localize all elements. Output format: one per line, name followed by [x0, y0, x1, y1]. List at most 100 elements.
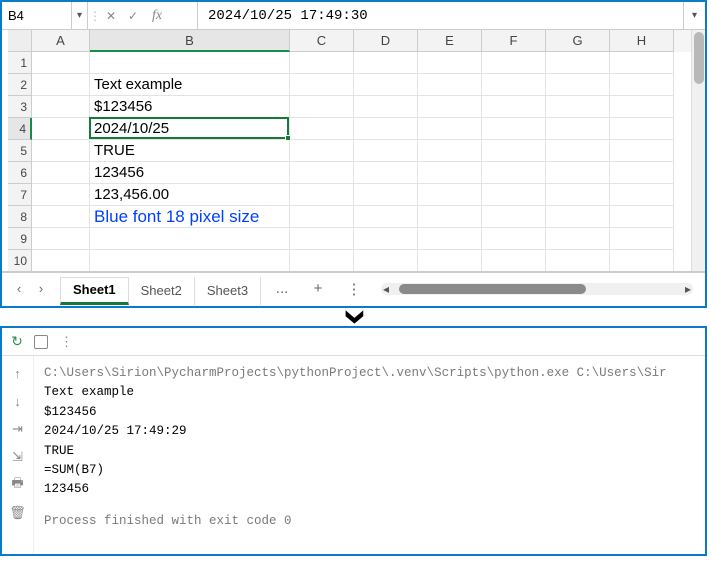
- cell-B8[interactable]: Blue font 18 pixel size: [90, 206, 290, 228]
- prev-sheet-icon[interactable]: ‹: [8, 278, 30, 300]
- step-down-icon[interactable]: ↓: [9, 392, 27, 410]
- formula-input[interactable]: 2024/10/25 17:49:30: [198, 2, 683, 29]
- cell[interactable]: [32, 118, 90, 140]
- cell-B4[interactable]: 2024/10/25: [90, 118, 290, 140]
- cell[interactable]: [482, 118, 546, 140]
- scroll-end-icon[interactable]: ⇲: [9, 448, 27, 466]
- name-box[interactable]: B4 ▾: [2, 2, 88, 29]
- cell[interactable]: [32, 52, 90, 74]
- cell-B6[interactable]: 123456: [90, 162, 290, 184]
- cell[interactable]: [354, 96, 418, 118]
- add-sheet-icon[interactable]: +: [303, 280, 333, 297]
- cell[interactable]: [482, 250, 546, 271]
- cell[interactable]: [32, 74, 90, 96]
- cell[interactable]: [32, 250, 90, 271]
- cell[interactable]: [610, 162, 674, 184]
- cell[interactable]: [290, 206, 354, 228]
- cell[interactable]: [610, 96, 674, 118]
- cell[interactable]: [610, 140, 674, 162]
- cell[interactable]: [546, 162, 610, 184]
- cell-B2[interactable]: Text example: [90, 74, 290, 96]
- cell[interactable]: [610, 52, 674, 74]
- cell[interactable]: [418, 118, 482, 140]
- column-header-A[interactable]: A: [32, 30, 90, 52]
- cell-B5[interactable]: TRUE: [90, 140, 290, 162]
- stop-icon[interactable]: [34, 335, 48, 349]
- cell[interactable]: [354, 250, 418, 271]
- cell[interactable]: [290, 96, 354, 118]
- cell[interactable]: [482, 96, 546, 118]
- cell[interactable]: [546, 184, 610, 206]
- cell[interactable]: [90, 250, 290, 271]
- cell[interactable]: [32, 228, 90, 250]
- fx-icon[interactable]: fx: [144, 5, 170, 27]
- cell[interactable]: [610, 228, 674, 250]
- row-header[interactable]: 4: [8, 118, 32, 140]
- cell[interactable]: [418, 228, 482, 250]
- column-header-G[interactable]: G: [546, 30, 610, 52]
- cell[interactable]: [418, 140, 482, 162]
- cell[interactable]: [32, 140, 90, 162]
- cell[interactable]: [418, 52, 482, 74]
- cell[interactable]: [354, 184, 418, 206]
- cell[interactable]: [290, 74, 354, 96]
- cell[interactable]: [32, 96, 90, 118]
- cell[interactable]: [482, 162, 546, 184]
- column-header-D[interactable]: D: [354, 30, 418, 52]
- sheet-tab[interactable]: Sheet3: [195, 277, 261, 305]
- column-header-F[interactable]: F: [482, 30, 546, 52]
- more-sheets-icon[interactable]: ...: [267, 280, 297, 297]
- cell[interactable]: [482, 184, 546, 206]
- cell[interactable]: [546, 250, 610, 271]
- vertical-scrollbar[interactable]: [691, 30, 705, 271]
- next-sheet-icon[interactable]: ›: [30, 278, 52, 300]
- cell[interactable]: [482, 140, 546, 162]
- cell[interactable]: [546, 140, 610, 162]
- chevron-down-icon[interactable]: ▾: [71, 2, 87, 29]
- cell[interactable]: [418, 250, 482, 271]
- cell[interactable]: [354, 162, 418, 184]
- cell[interactable]: [32, 184, 90, 206]
- cell-B3[interactable]: $123456: [90, 96, 290, 118]
- cell[interactable]: [354, 52, 418, 74]
- cell[interactable]: [290, 250, 354, 271]
- cell[interactable]: [290, 162, 354, 184]
- pane-divider-chevron-icon[interactable]: ❯: [0, 308, 711, 326]
- row-header[interactable]: 5: [8, 140, 32, 162]
- cell[interactable]: [290, 184, 354, 206]
- cell[interactable]: [418, 74, 482, 96]
- more-actions-icon[interactable]: ⋮: [56, 334, 73, 350]
- cell[interactable]: [418, 162, 482, 184]
- row-header[interactable]: 1: [8, 52, 32, 74]
- step-over-icon[interactable]: ↑: [9, 364, 27, 382]
- cell[interactable]: [546, 118, 610, 140]
- cell[interactable]: [546, 52, 610, 74]
- row-header[interactable]: 3: [8, 96, 32, 118]
- cell[interactable]: [482, 228, 546, 250]
- row-header[interactable]: 7: [8, 184, 32, 206]
- accept-icon[interactable]: ✓: [122, 5, 144, 27]
- scroll-thumb[interactable]: [694, 32, 704, 84]
- sheet-tab[interactable]: Sheet2: [129, 277, 195, 305]
- cell[interactable]: [610, 184, 674, 206]
- wrap-icon[interactable]: ⇥: [9, 420, 27, 438]
- row-header[interactable]: 8: [8, 206, 32, 228]
- cell[interactable]: [290, 228, 354, 250]
- trash-icon[interactable]: 🗑: [9, 504, 27, 522]
- cell[interactable]: [354, 140, 418, 162]
- cell[interactable]: [354, 206, 418, 228]
- terminal-output[interactable]: C:\Users\Sirion\PycharmProjects\pythonPr…: [34, 356, 705, 554]
- horizontal-scrollbar[interactable]: ◂ ▸: [381, 283, 693, 295]
- cell[interactable]: [90, 52, 290, 74]
- cell[interactable]: [610, 118, 674, 140]
- row-header[interactable]: 6: [8, 162, 32, 184]
- column-header-B[interactable]: B: [90, 30, 290, 52]
- cell[interactable]: [418, 96, 482, 118]
- row-header[interactable]: 9: [8, 228, 32, 250]
- cell[interactable]: [354, 228, 418, 250]
- cell-B7[interactable]: 123,456.00: [90, 184, 290, 206]
- cell[interactable]: [546, 74, 610, 96]
- cell[interactable]: [546, 228, 610, 250]
- cell[interactable]: [354, 74, 418, 96]
- tabs-menu-icon[interactable]: ⋮: [339, 280, 369, 298]
